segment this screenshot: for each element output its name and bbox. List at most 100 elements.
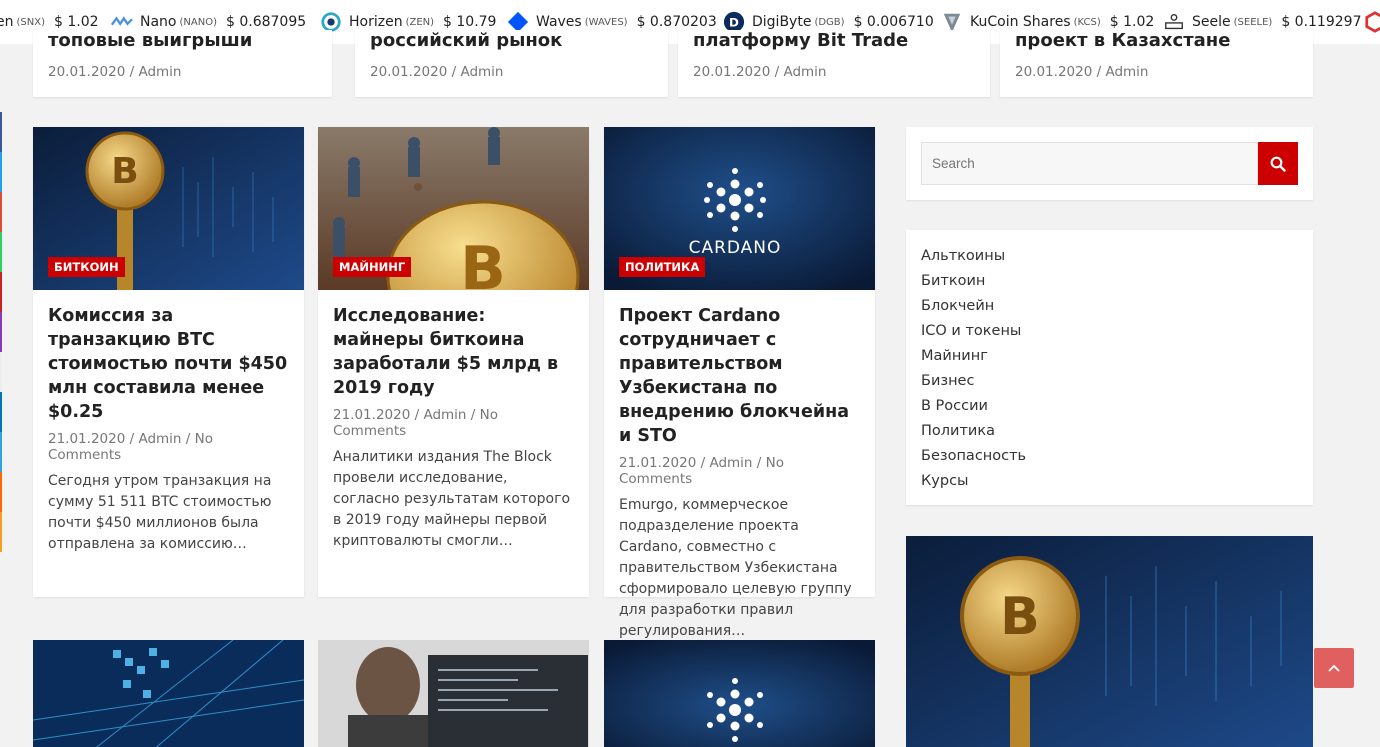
scroll-to-top-button[interactable] xyxy=(1314,648,1354,688)
article-thumbnail[interactable]: B Майнинг xyxy=(318,127,589,290)
post-title[interactable]: российский рынок xyxy=(370,30,562,51)
ticker-name: Horizen xyxy=(349,14,403,30)
ticker-symbol: (KCS) xyxy=(1073,16,1101,28)
article-date[interactable]: 21.01.2020 xyxy=(48,431,125,447)
ticker-item-next[interactable] xyxy=(1364,0,1380,44)
chevron-up-icon xyxy=(1328,664,1340,672)
bitcoin-image: B xyxy=(906,536,1313,747)
category-badge[interactable]: Политика xyxy=(619,257,706,277)
pinterest-share-icon[interactable] xyxy=(0,272,2,312)
ok-share-icon[interactable] xyxy=(0,512,2,552)
meta-separator: / xyxy=(185,431,191,447)
post-author[interactable]: Admin xyxy=(1105,64,1148,80)
article-title[interactable]: Исследование: майнеры биткоина заработал… xyxy=(333,304,574,400)
ticker-name: DigiByte xyxy=(752,14,812,30)
ticker-name: Nano xyxy=(140,14,177,30)
meta-separator: / xyxy=(1096,64,1102,80)
meta-separator: / xyxy=(129,431,135,447)
post-author[interactable]: Admin xyxy=(783,64,826,80)
article-title[interactable]: Проект Cardano сотрудничает с правительс… xyxy=(619,304,860,448)
article-author[interactable]: Admin xyxy=(709,455,752,471)
instagram-share-icon[interactable] xyxy=(0,312,2,352)
article-author[interactable]: Admin xyxy=(138,431,181,447)
category-link[interactable]: Блокчейн xyxy=(921,294,1298,319)
article-meta: 21.01.2020 / Admin / No Comments xyxy=(333,407,574,439)
ticker-symbol: (DGB) xyxy=(814,16,845,28)
search-icon xyxy=(1270,156,1286,172)
category-badge[interactable]: Биткоин xyxy=(48,257,125,277)
article-card[interactable]: B Биткоин Комиссия за транзакцию BTC сто… xyxy=(33,127,304,597)
article-author[interactable]: Admin xyxy=(423,407,466,423)
telegram-share-icon[interactable] xyxy=(0,432,2,472)
article-thumbnail[interactable] xyxy=(604,640,875,747)
top-post-card[interactable]: российский рынок 20.01.2020 / Admin xyxy=(355,30,668,97)
category-link[interactable]: Бизнес xyxy=(921,369,1298,394)
post-title[interactable]: платформу Bit Trade xyxy=(693,30,908,51)
category-link[interactable]: В России xyxy=(921,394,1298,419)
post-title[interactable]: проект в Казахстане xyxy=(1015,30,1230,51)
post-date[interactable]: 20.01.2020 xyxy=(48,64,125,80)
ticker-name: KuCoin Shares xyxy=(970,14,1071,30)
category-link[interactable]: ICO и токены xyxy=(921,319,1298,344)
top-post-card[interactable]: топовые выигрыши 20.01.2020 / Admin xyxy=(33,30,332,97)
ticker-price: $ 0.687095 xyxy=(225,14,307,30)
search-input[interactable] xyxy=(921,142,1258,185)
search-button[interactable] xyxy=(1258,142,1298,185)
meta-separator: / xyxy=(700,455,706,471)
article-meta: 21.01.2020 / Admin / No Comments xyxy=(48,431,289,463)
social-share-bar[interactable] xyxy=(0,112,2,552)
article-thumbnail[interactable]: B Биткоин xyxy=(33,127,304,290)
category-list: Альткоины Биткоин Блокчейн ICO и токены … xyxy=(921,244,1298,494)
post-date[interactable]: 20.01.2020 xyxy=(693,64,770,80)
meta-separator: / xyxy=(470,407,476,423)
meta-separator: / xyxy=(414,407,420,423)
article-thumbnail[interactable] xyxy=(33,640,304,747)
post-author[interactable]: Admin xyxy=(138,64,181,80)
post-date[interactable]: 20.01.2020 xyxy=(1015,64,1092,80)
cardano-image xyxy=(604,640,875,747)
post-title[interactable]: топовые выигрыши xyxy=(48,30,252,51)
blockchain-image xyxy=(33,640,304,747)
vk-share-icon[interactable] xyxy=(0,472,2,512)
sidebar-banner[interactable]: B xyxy=(906,536,1313,747)
category-link[interactable]: Политика xyxy=(921,419,1298,444)
categories-widget: Альткоины Биткоин Блокчейн ICO и токены … xyxy=(906,230,1313,505)
category-link[interactable]: Майнинг xyxy=(921,344,1298,369)
top-post-card[interactable]: платформу Bit Trade 20.01.2020 / Admin xyxy=(678,30,990,97)
search-widget xyxy=(906,127,1313,200)
cardano-logo-text: CARDANO xyxy=(689,238,782,258)
category-link[interactable]: Альткоины xyxy=(921,244,1298,269)
article-card[interactable]: B Майнинг Исследование: майнеры биткоина… xyxy=(318,127,589,597)
ticker-price: $ 1.02 xyxy=(1109,14,1155,30)
hexagon-coin-icon xyxy=(1365,11,1380,33)
ticker-name: Waves xyxy=(536,14,582,30)
post-author[interactable]: Admin xyxy=(460,64,503,80)
category-link[interactable]: Курсы xyxy=(921,469,1298,494)
article-title[interactable]: Комиссия за транзакцию BTC стоимостью по… xyxy=(48,304,289,424)
article-meta: 21.01.2020 / Admin / No Comments xyxy=(619,455,860,487)
article-date[interactable]: 21.01.2020 xyxy=(619,455,696,471)
article-card[interactable]: CARDANO Политика Проект Cardano сотрудни… xyxy=(604,127,875,639)
category-badge[interactable]: Майнинг xyxy=(333,257,412,277)
article-thumbnail[interactable]: CARDANO Политика xyxy=(604,127,875,290)
article-thumbnail[interactable] xyxy=(318,640,589,747)
twitter-share-icon[interactable] xyxy=(0,152,2,192)
post-meta: 20.01.2020 / Admin xyxy=(48,64,181,80)
meta-separator: / xyxy=(774,64,780,80)
article-excerpt: Аналитики издания The Block провели иссл… xyxy=(333,449,571,549)
whatsapp-share-icon[interactable] xyxy=(0,232,2,272)
top-post-card[interactable]: проект в Казахстане 20.01.2020 / Admin xyxy=(1000,30,1313,97)
linkedin-share-icon[interactable] xyxy=(0,392,2,432)
category-link[interactable]: Биткоин xyxy=(921,269,1298,294)
category-link[interactable]: Безопасность xyxy=(921,444,1298,469)
facebook-share-icon[interactable] xyxy=(0,112,2,152)
meta-separator: / xyxy=(129,64,135,80)
svg-text:B: B xyxy=(111,151,138,192)
email-share-icon[interactable] xyxy=(0,352,2,392)
ticker-price: $ 0.006710 xyxy=(853,14,934,30)
svg-text:D: D xyxy=(729,16,739,30)
google-share-icon[interactable] xyxy=(0,192,2,232)
article-date[interactable]: 21.01.2020 xyxy=(333,407,410,423)
post-date[interactable]: 20.01.2020 xyxy=(370,64,447,80)
ticker-name: en xyxy=(0,14,14,30)
